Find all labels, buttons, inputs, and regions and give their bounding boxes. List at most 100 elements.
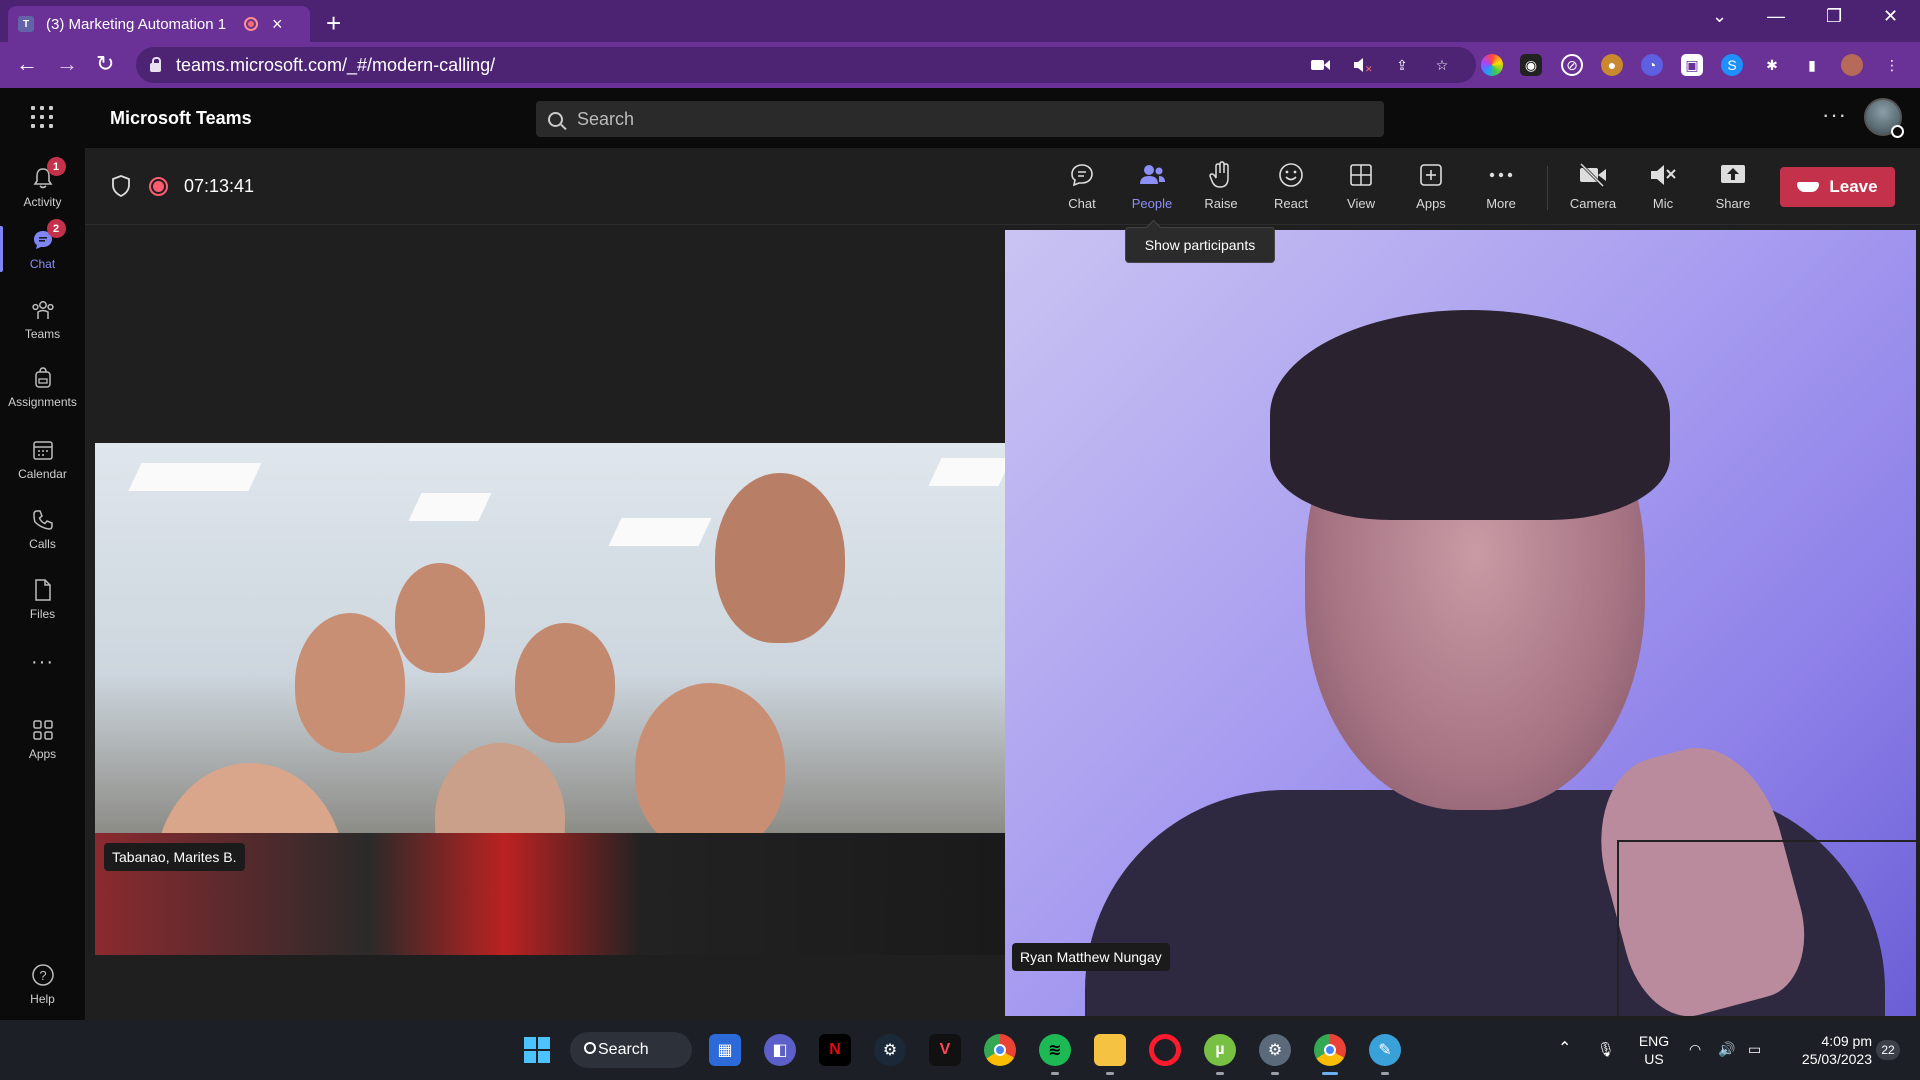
profile-avatar-icon[interactable] <box>1841 54 1863 76</box>
view-grid-icon <box>1346 160 1376 190</box>
forward-icon[interactable]: → <box>56 51 78 77</box>
participant-tile-right[interactable]: Ryan Matthew Nungay <box>1005 230 1916 1016</box>
rail-item-help[interactable]: ? Help <box>0 953 85 1015</box>
raise-hand-button[interactable]: Raise <box>1190 160 1252 218</box>
language-code: ENG <box>1638 1033 1670 1049</box>
valorant-icon[interactable]: V <box>929 1034 961 1066</box>
restore-icon[interactable]: ❐ <box>1826 6 1842 27</box>
app-launcher-icon[interactable] <box>31 106 53 128</box>
share-button[interactable]: Share <box>1702 160 1764 218</box>
share-page-icon[interactable]: ⇪ <box>1391 54 1413 76</box>
teams-search-input[interactable]: Search <box>536 101 1384 137</box>
blocker-extension-icon[interactable]: ⊘ <box>1561 54 1583 76</box>
paint-app-icon[interactable]: ✎ <box>1369 1034 1401 1075</box>
close-window-icon[interactable]: ✕ <box>1883 6 1898 27</box>
utorrent-icon[interactable]: µ <box>1204 1034 1236 1075</box>
windows-start-icon[interactable] <box>521 1034 553 1066</box>
more-actions-button[interactable]: More <box>1470 160 1532 218</box>
phone-icon <box>30 507 56 533</box>
opera-icon[interactable] <box>1149 1034 1181 1066</box>
address-bar[interactable]: teams.microsoft.com/_#/modern-calling/ <box>136 47 1476 83</box>
settings-more-button[interactable]: ··· <box>1822 102 1847 128</box>
wifi-icon[interactable]: ◠ <box>1689 1040 1701 1058</box>
ceiling-light <box>128 463 262 491</box>
extensions-puzzle-icon[interactable]: ✱ <box>1761 54 1783 76</box>
spy-extension-icon[interactable]: ◉ <box>1520 54 1542 76</box>
chrome-icon[interactable] <box>984 1034 1016 1066</box>
leave-button[interactable]: Leave <box>1780 167 1895 207</box>
user-avatar[interactable] <box>1864 98 1904 138</box>
windows-taskbar: Search ▦ ◧ N ⚙ V ≋ µ ⚙ ✎ ⌃ 🎙 ENG US ◠ 🔊 … <box>0 1020 1920 1080</box>
lock-icon <box>150 56 161 72</box>
mic-button[interactable]: Mic <box>1632 160 1694 218</box>
camera-button-label: Camera <box>1569 196 1617 211</box>
participant-tile-left[interactable]: Tabanao, Marites B. <box>90 225 1007 1020</box>
meeting-timer: 07:13:41 <box>184 176 255 196</box>
rail-item-calendar[interactable]: Calendar <box>0 428 85 490</box>
ceiling-light <box>608 518 712 546</box>
minimize-icon[interactable]: — <box>1767 6 1785 27</box>
widgets-icon[interactable]: ▦ <box>709 1034 741 1066</box>
apps-button[interactable]: Apps <box>1400 160 1462 218</box>
chrome-active-icon[interactable] <box>1314 1034 1346 1075</box>
person-figure <box>395 563 485 673</box>
rail-item-activity[interactable]: 1 Activity <box>0 156 85 218</box>
add-app-icon <box>1416 160 1446 190</box>
meeting-shield-icon[interactable] <box>111 175 131 197</box>
chat-extension-icon[interactable]: ◔ <box>1641 54 1663 76</box>
toolbar-divider <box>1547 166 1548 210</box>
microphone-icon[interactable]: 🎙 <box>1597 1040 1615 1058</box>
language-indicator[interactable]: ENG US <box>1634 1032 1674 1068</box>
netflix-icon[interactable]: N <box>819 1034 851 1066</box>
svg-text:✕: ✕ <box>1365 64 1373 73</box>
ceiling-light <box>408 493 492 521</box>
notification-count-badge[interactable]: 22 <box>1876 1040 1900 1060</box>
settings-gear-icon[interactable]: ⚙ <box>1259 1034 1291 1075</box>
browser-tab-teams[interactable]: T (3) Marketing Automation 1 × <box>8 6 310 42</box>
rail-item-teams[interactable]: Teams <box>0 288 85 350</box>
sound-muted-icon[interactable]: ✕ <box>1352 54 1374 76</box>
apps-grid-icon <box>30 717 56 743</box>
reload-icon[interactable]: ↻ <box>96 51 114 77</box>
show-hidden-icons-chevron[interactable]: ⌃ <box>1558 1040 1571 1058</box>
spotify-icon[interactable]: ≋ <box>1039 1034 1071 1075</box>
browser-menu-icon[interactable]: ⋮ <box>1881 54 1903 76</box>
react-button[interactable]: React <box>1260 160 1322 218</box>
chat-button[interactable]: Chat <box>1051 160 1113 218</box>
volume-icon[interactable]: 🔊 <box>1718 1040 1735 1058</box>
new-tab-button[interactable]: + <box>326 8 341 39</box>
rail-item-more-apps[interactable]: ··· <box>0 638 85 682</box>
color-extension-icon[interactable] <box>1481 54 1503 76</box>
teams-chat-app-icon[interactable]: ◧ <box>764 1034 796 1066</box>
side-panel-icon[interactable]: ▮ <box>1801 54 1823 76</box>
tab-close-icon[interactable]: × <box>272 14 283 35</box>
rail-item-calls[interactable]: Calls <box>0 498 85 560</box>
rail-item-files[interactable]: Files <box>0 568 85 630</box>
steam-icon[interactable]: ⚙ <box>874 1034 906 1066</box>
participant-hair <box>1270 310 1670 520</box>
mic-button-label: Mic <box>1652 196 1674 211</box>
camera-button[interactable]: Camera <box>1562 160 1624 218</box>
people-button[interactable]: People <box>1121 160 1183 218</box>
recording-icon[interactable] <box>149 177 168 196</box>
taskbar-search-button[interactable]: Search <box>570 1032 692 1068</box>
rail-item-chat[interactable]: 2 Chat <box>0 218 85 280</box>
person-figure <box>635 683 785 853</box>
back-icon[interactable]: ← <box>16 51 38 77</box>
file-explorer-icon[interactable] <box>1094 1034 1126 1075</box>
battery-icon[interactable]: ▭ <box>1748 1040 1761 1058</box>
view-button[interactable]: View <box>1330 160 1392 218</box>
chat-bubble-icon: 2 <box>30 219 66 253</box>
shazam-extension-icon[interactable]: S <box>1721 54 1743 76</box>
tab-title: (3) Marketing Automation 1 <box>46 15 227 33</box>
self-view-frame[interactable] <box>1617 840 1916 1016</box>
tab-search-chevron-icon[interactable]: ⌄ <box>1712 6 1727 27</box>
image-extension-icon[interactable]: ▣ <box>1681 54 1703 76</box>
clock[interactable]: 4:09 pm 25/03/2023 <box>1782 1032 1872 1068</box>
rail-item-assignments[interactable]: Assignments <box>0 356 85 418</box>
camera-in-use-icon[interactable] <box>1310 54 1332 76</box>
rail-label: Assignments <box>8 395 77 409</box>
cookie-extension-icon[interactable]: ● <box>1601 54 1623 76</box>
rail-item-apps[interactable]: Apps <box>0 708 85 770</box>
bookmark-star-icon[interactable]: ☆ <box>1431 54 1453 76</box>
